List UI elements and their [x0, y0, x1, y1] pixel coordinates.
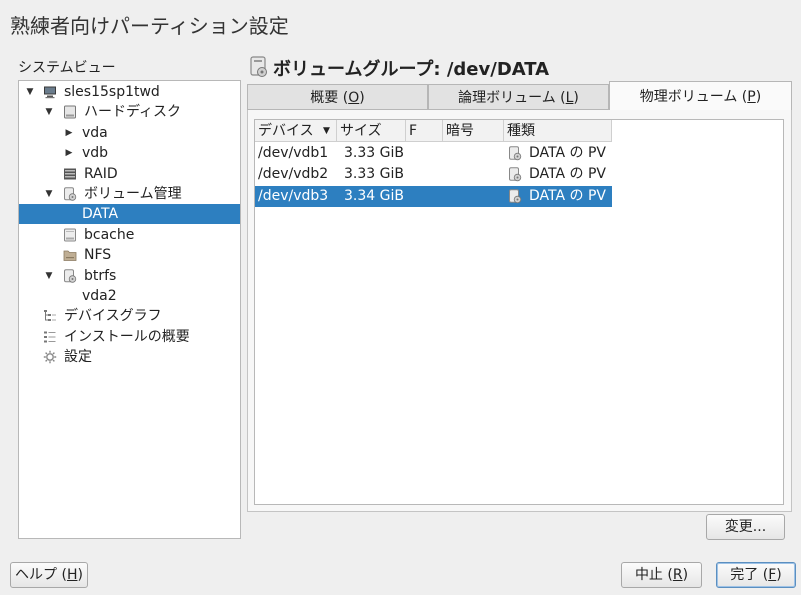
tree-item-label: 設定 — [64, 349, 92, 366]
tree-item[interactable]: 設定 — [19, 347, 240, 367]
tree-item[interactable]: NFS — [19, 245, 240, 265]
physical-volume-table[interactable]: デバイス ▼ サイズ F 暗号 種類 /dev/vdb1 3.33 GiB DATA… — [254, 119, 784, 505]
btrfs-icon — [63, 268, 77, 283]
tree-item-label: RAID — [84, 165, 118, 182]
tree-item[interactable]: bcache — [19, 225, 240, 245]
tree-item[interactable]: インストールの概要 — [19, 327, 240, 347]
column-header-encryption[interactable]: 暗号 — [443, 120, 504, 142]
finish-button[interactable]: 完了 (F) — [716, 562, 796, 588]
tree-item-label: インストールの概要 — [64, 328, 190, 345]
expand-arrow-down-icon[interactable]: ▼ — [44, 266, 54, 286]
tree-item-label: vdb — [82, 145, 109, 162]
physical-volume-icon — [508, 188, 522, 204]
abort-button[interactable]: 中止 (R) — [621, 562, 702, 588]
physical-volume-icon — [508, 167, 522, 182]
expand-arrow-down-icon[interactable]: ▼ — [44, 102, 54, 122]
install-summary-icon — [43, 330, 57, 344]
column-header-type[interactable]: 種類 — [504, 120, 612, 142]
tree-item-label: デバイスグラフ — [64, 308, 162, 325]
collapse-arrow-right-icon[interactable]: ▶ — [64, 123, 74, 143]
collapse-arrow-right-icon[interactable]: ▶ — [64, 143, 74, 163]
system-view-tree[interactable]: ▼ sles15sp1twd ▼ ハードディスク ▶ vda ▶ vdb RAID ▼ ボリューム管… — [18, 80, 241, 539]
tree-item-label: vda2 — [82, 288, 117, 304]
volume-manager-icon — [63, 187, 77, 201]
volume-group-title: ボリュームグループ: /dev/DATA — [273, 59, 550, 80]
cell-type: DATA の PV — [529, 145, 606, 161]
computer-icon — [43, 85, 57, 99]
settings-gear-icon — [43, 350, 57, 364]
column-header-device[interactable]: デバイス ▼ — [255, 120, 337, 142]
cell-type: DATA の PV — [529, 166, 606, 183]
expand-arrow-down-icon[interactable]: ▼ — [44, 184, 54, 204]
raid-icon — [63, 167, 77, 181]
tree-item[interactable]: ▼ ボリューム管理 — [19, 184, 240, 204]
tree-item-label: DATA — [82, 206, 119, 223]
tree-item-label: vda — [82, 124, 108, 141]
tree-item-label: NFS — [84, 247, 112, 264]
window-title: 熟練者向けパーティション設定 — [10, 14, 289, 38]
tree-item[interactable]: ▶ vdb — [19, 143, 240, 163]
cell-size: 3.34 GiB — [344, 187, 404, 204]
help-button[interactable]: ヘルプ (H) — [10, 562, 88, 588]
column-header-f[interactable]: F — [406, 120, 443, 142]
tree-item[interactable]: ▼ sles15sp1twd — [19, 82, 240, 102]
tab-overview[interactable]: 概要 (O) — [247, 84, 428, 110]
sort-down-icon: ▼ — [323, 126, 330, 136]
tree-item[interactable]: ▼ btrfs — [19, 266, 240, 286]
tab-physical-volumes[interactable]: 物理ボリューム (P) — [609, 81, 792, 111]
tree-item-label: bcache — [84, 226, 135, 243]
column-header-size[interactable]: サイズ — [337, 120, 406, 142]
cell-size: 3.33 GiB — [344, 166, 404, 183]
change-button[interactable]: 変更... — [706, 514, 785, 540]
nfs-folder-icon — [63, 248, 77, 262]
device-graph-icon — [43, 309, 57, 323]
tree-item[interactable]: DATA — [19, 204, 240, 225]
cell-device: /dev/vdb3 — [258, 187, 329, 204]
tab-logical-volumes[interactable]: 論理ボリューム (L) — [428, 84, 609, 110]
tree-item-label: sles15sp1twd — [64, 84, 160, 100]
tree-item[interactable]: ▶ vda — [19, 123, 240, 143]
cell-type: DATA の PV — [529, 187, 606, 204]
tree-item[interactable]: デバイスグラフ — [19, 306, 240, 326]
physical-volume-icon — [508, 146, 522, 161]
volume-group-icon — [250, 56, 267, 77]
system-view-label: システムビュー — [18, 60, 116, 76]
tree-item[interactable]: ▼ ハードディスク — [19, 102, 240, 122]
table-row[interactable]: /dev/vdb3 3.34 GiB DATA の PV — [255, 185, 612, 207]
bcache-icon — [63, 228, 77, 242]
cell-size: 3.33 GiB — [344, 145, 404, 161]
tree-item-label: btrfs — [84, 267, 117, 284]
tree-item[interactable]: vda2 — [19, 286, 240, 306]
tree-item-label: ボリューム管理 — [84, 186, 182, 202]
cell-device: /dev/vdb1 — [258, 145, 329, 161]
tree-item-label: ハードディスク — [84, 104, 182, 121]
table-row[interactable]: /dev/vdb2 3.33 GiB DATA の PV — [255, 164, 612, 185]
harddisk-icon — [63, 105, 77, 119]
tree-item[interactable]: RAID — [19, 164, 240, 184]
cell-device: /dev/vdb2 — [258, 166, 329, 183]
table-row[interactable]: /dev/vdb1 3.33 GiB DATA の PV — [255, 143, 612, 164]
expand-arrow-down-icon[interactable]: ▼ — [25, 82, 35, 102]
